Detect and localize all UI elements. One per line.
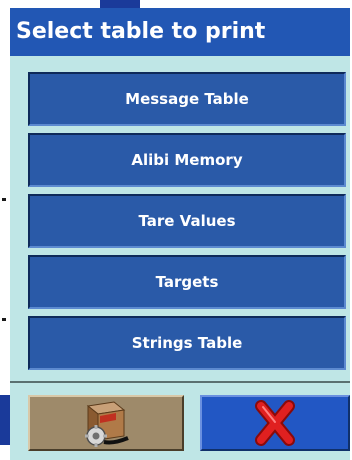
left-edge-strip <box>0 0 10 458</box>
titlebar-notch <box>100 0 140 8</box>
tare-values-button[interactable]: Tare Values <box>28 194 346 248</box>
dialog-title: Select table to print <box>10 8 350 56</box>
alibi-memory-button[interactable]: Alibi Memory <box>28 133 346 187</box>
edge-block <box>0 395 10 445</box>
strings-table-button[interactable]: Strings Table <box>28 316 346 370</box>
print-button[interactable] <box>28 395 184 451</box>
message-table-button[interactable]: Message Table <box>28 72 346 126</box>
edge-tick <box>2 318 6 321</box>
red-x-cancel-icon <box>245 398 305 448</box>
cancel-button[interactable] <box>200 395 350 451</box>
screen: Select table to print Message Table Alib… <box>0 0 352 460</box>
printer-box-icon <box>76 398 136 448</box>
dialog-footer <box>10 381 350 458</box>
select-table-dialog: Select table to print Message Table Alib… <box>10 0 350 460</box>
targets-button[interactable]: Targets <box>28 255 346 309</box>
edge-tick <box>2 198 6 201</box>
